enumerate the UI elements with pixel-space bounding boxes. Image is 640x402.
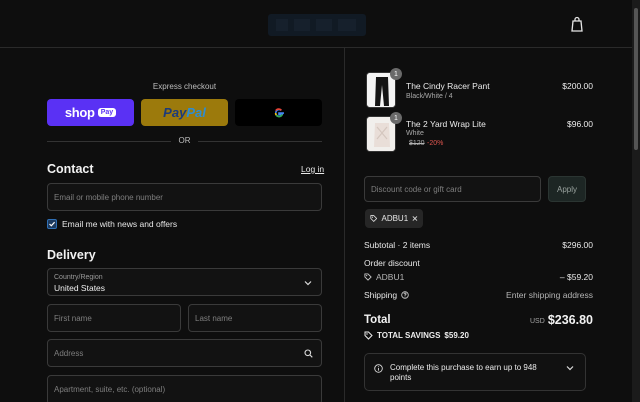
apply-button[interactable]: Apply [548, 176, 586, 202]
subtotal-label: Subtotal · 2 items [364, 240, 431, 250]
applied-discount-code: ADBU1 [376, 272, 405, 282]
country-value: United States [54, 283, 106, 293]
newsletter-label: Email me with news and offers [62, 219, 178, 229]
apartment-field[interactable]: Apartment, suite, etc. (optional) [47, 375, 322, 402]
or-label: OR [178, 136, 191, 145]
address-field[interactable]: Address [47, 339, 322, 367]
header [0, 0, 632, 48]
paypal-button[interactable]: PayPal [141, 99, 228, 126]
shopping-bag-icon[interactable] [570, 16, 584, 32]
checkmark-icon [49, 221, 56, 227]
points-text: Complete this purchase to earn up to 948… [390, 363, 537, 382]
savings-value: $59.20 [444, 331, 469, 340]
contact-heading: Contact [47, 162, 94, 176]
shop-pay-text: shop [64, 105, 95, 120]
apartment-placeholder: Apartment, suite, etc. (optional) [54, 385, 166, 394]
help-icon[interactable] [401, 291, 409, 299]
first-name-field[interactable]: First name [47, 304, 181, 332]
brand-logo[interactable] [268, 10, 366, 40]
total-label: Total [364, 314, 391, 326]
quantity-badge: 1 [390, 112, 402, 124]
chevron-down-icon [566, 366, 574, 371]
shipping-row: Shipping [364, 290, 409, 300]
google-pay-button[interactable] [235, 99, 322, 126]
express-checkout-label: Express checkout [152, 82, 217, 91]
quantity-badge: 1 [390, 68, 402, 80]
paypal-logo: PayPal [163, 105, 206, 120]
last-name-field[interactable]: Last name [188, 304, 322, 332]
country-label: Country/Region [54, 274, 103, 281]
discount-value: – $59.20 [559, 272, 593, 282]
product-name: The Cindy Racer Pant [406, 81, 490, 91]
tag-icon [364, 331, 373, 340]
discount-chip: ADBU1 [365, 209, 423, 228]
product-price: $96.00 [567, 119, 593, 129]
tag-icon [370, 215, 378, 222]
applied-discount: ADBU1 [364, 272, 404, 282]
discount-code-field[interactable]: Discount code or gift card [364, 176, 541, 202]
product-variant: Black/White / 4 [406, 93, 453, 100]
points-banner[interactable]: Complete this purchase to earn up to 948… [364, 353, 586, 391]
login-link[interactable]: Log in [301, 164, 324, 174]
discount-placeholder: Discount code or gift card [371, 185, 462, 194]
original-price: $120 [409, 140, 425, 147]
google-icon [274, 107, 284, 117]
total-currency: USD [530, 318, 545, 325]
shipping-value: Enter shipping address [506, 290, 593, 300]
tag-icon [364, 273, 372, 281]
total-value: $236.80 [547, 313, 593, 327]
shop-pay-button[interactable]: shop Pay [47, 99, 134, 126]
newsletter-checkbox[interactable] [47, 219, 57, 229]
savings-label: TOTAL SAVINGS [377, 331, 441, 340]
paypal-text-b: Pal [186, 105, 206, 120]
product-price: $200.00 [562, 81, 593, 91]
info-icon [374, 364, 383, 373]
total-savings: TOTAL SAVINGS $59.20 [364, 331, 469, 340]
last-name-placeholder: Last name [195, 314, 233, 323]
shipping-label: Shipping [364, 290, 398, 300]
close-icon[interactable] [412, 215, 418, 222]
email-field[interactable]: Email or mobile phone number [47, 183, 322, 211]
email-placeholder: Email or mobile phone number [54, 193, 163, 202]
first-name-placeholder: First name [54, 314, 92, 323]
chevron-down-icon [304, 281, 312, 286]
product-name: The 2 Yard Wrap Lite [406, 119, 486, 129]
order-discount-label: Order discount [364, 258, 420, 268]
paypal-text-a: Pay [163, 105, 187, 120]
delivery-heading: Delivery [47, 248, 96, 262]
address-placeholder: Address [54, 349, 84, 358]
subtotal-value: $296.00 [562, 240, 593, 250]
product-variant: White [406, 130, 424, 137]
search-icon [304, 349, 313, 358]
country-select[interactable]: Country/Region United States [47, 268, 322, 296]
discount-percent: -20% [427, 140, 444, 147]
discount-chip-code: ADBU1 [381, 214, 409, 223]
shop-pay-badge: Pay [97, 108, 117, 117]
scrollbar-thumb[interactable] [634, 8, 638, 150]
or-divider: OR [47, 136, 322, 146]
